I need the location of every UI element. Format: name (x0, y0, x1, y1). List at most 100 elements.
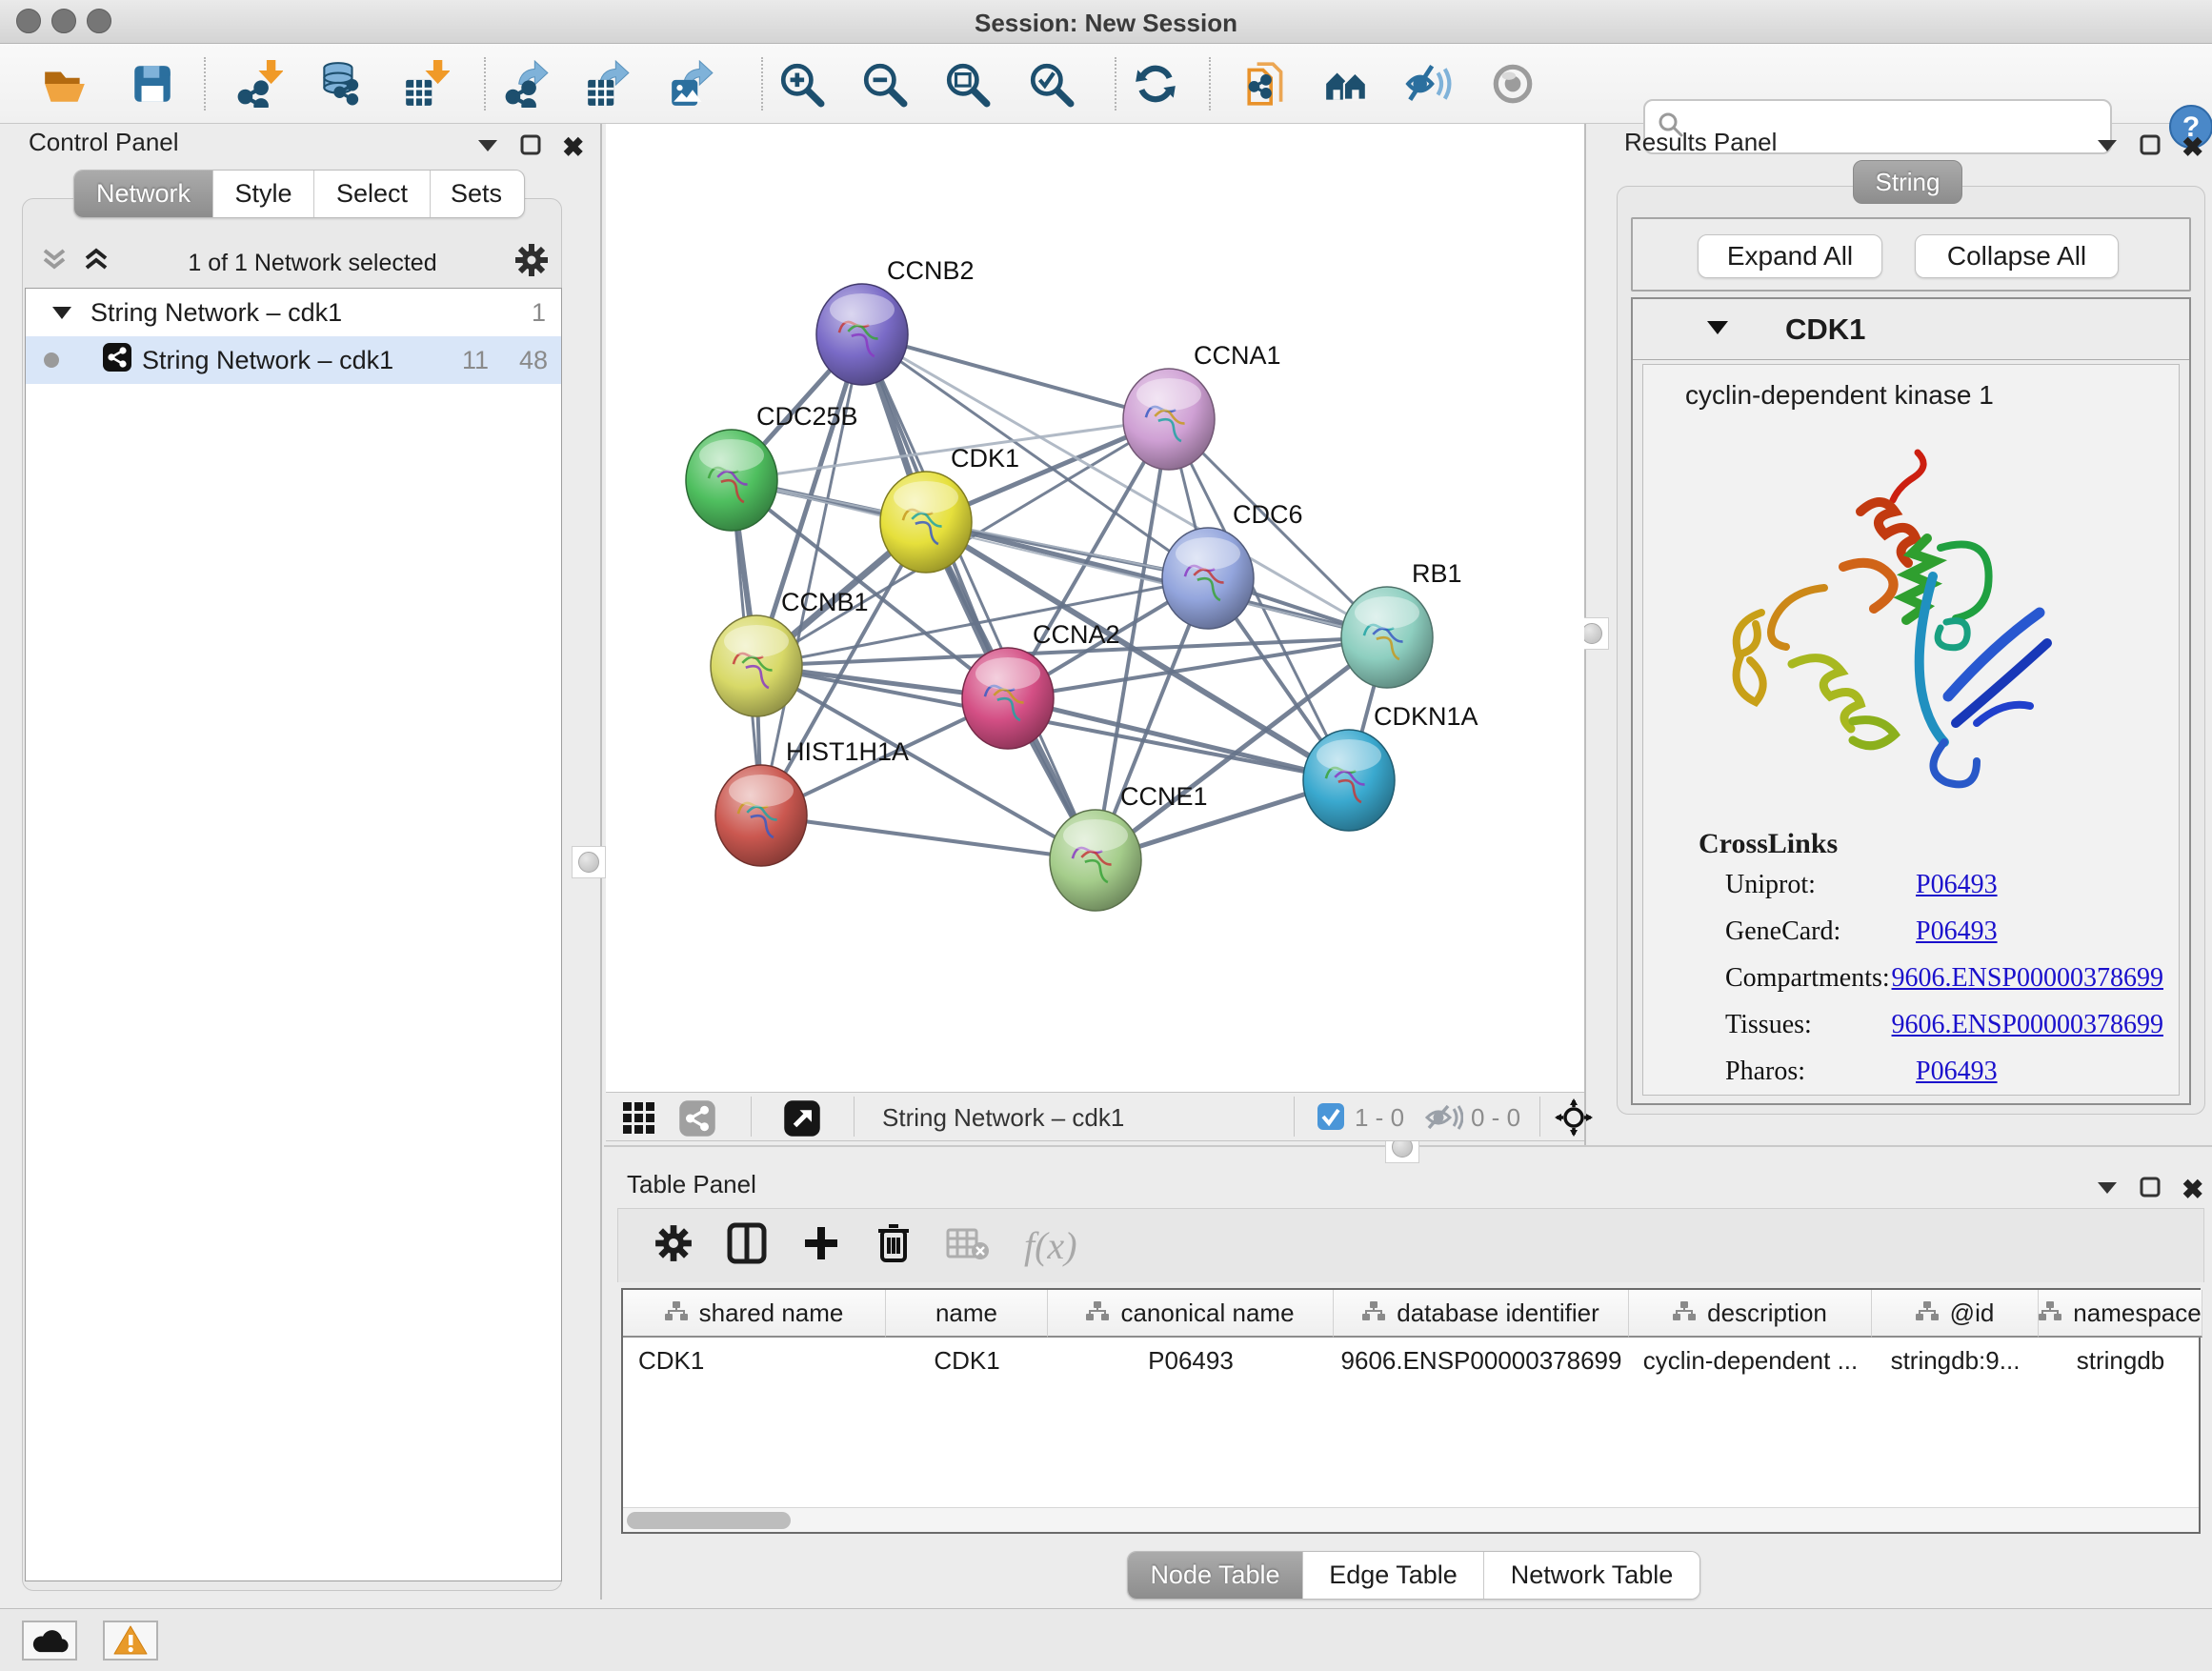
section-collapse-icon[interactable] (1705, 317, 1730, 341)
table-h-scrollbar[interactable] (623, 1507, 2199, 1532)
crosslink-link[interactable]: P06493 (1916, 1057, 1998, 1086)
network-canvas[interactable]: CCNB2 CCNA1 CDC25B CDK1 CDC6 RB1 CCNB1 C… (606, 124, 1584, 1092)
sitemap-icon (2039, 1299, 2061, 1328)
save-session-icon[interactable] (124, 55, 181, 112)
node-CDC6[interactable] (1162, 528, 1254, 629)
table-cell[interactable]: stringdb (2039, 1338, 2202, 1383)
network-collection-row[interactable]: String Network – cdk1 1 (26, 289, 561, 336)
panel-float-icon[interactable] (2140, 134, 2161, 160)
crosslink-link[interactable]: 9606.ENSP00000378699 (1892, 1010, 2163, 1039)
delete-column-trash-icon[interactable] (875, 1222, 912, 1269)
column-header-description[interactable]: description (1629, 1290, 1872, 1338)
zoom-fit-icon[interactable] (938, 55, 995, 112)
panel-menu-icon[interactable] (2096, 135, 2119, 159)
table-cell[interactable]: stringdb:9... (1872, 1338, 2039, 1383)
edge-HIST1H1A-CCNE1[interactable] (761, 815, 1096, 860)
export-network-icon[interactable] (498, 55, 555, 112)
node-RB1[interactable] (1341, 587, 1433, 688)
panel-menu-icon[interactable] (2096, 1178, 2119, 1201)
tab-network[interactable]: Network (74, 171, 213, 217)
table-cell[interactable]: 9606.ENSP00000378699 (1334, 1338, 1629, 1383)
open-session-icon[interactable] (36, 55, 93, 112)
panel-menu-icon[interactable] (476, 135, 499, 159)
import-network-icon[interactable] (231, 55, 288, 112)
left-splitter-handle[interactable] (572, 846, 606, 878)
current-network-dot-icon (43, 346, 60, 375)
node-CDC25B[interactable] (686, 430, 777, 531)
hidden-eye-icon[interactable] (1423, 1101, 1463, 1138)
network-row[interactable]: String Network – cdk1 11 48 (26, 336, 561, 384)
gear-icon[interactable] (514, 243, 549, 284)
expand-all-icon[interactable] (82, 247, 111, 280)
tab-edge-table[interactable]: Edge Table (1303, 1552, 1484, 1599)
results-buttons-box: Expand All Collapse All (1631, 217, 2191, 292)
zoom-in-icon[interactable] (773, 55, 830, 112)
node-CDKN1A[interactable] (1303, 730, 1395, 831)
node-CCNB1[interactable] (711, 615, 802, 716)
tab-node-table[interactable]: Node Table (1128, 1552, 1303, 1599)
node-CDK1[interactable] (880, 472, 972, 573)
column-header-namespace[interactable]: namespace (2039, 1290, 2202, 1338)
birds-eye-icon[interactable] (1555, 1098, 1593, 1141)
edge-CCNB2-CCNA1[interactable] (862, 334, 1169, 419)
selected-checkbox-icon[interactable] (1317, 1102, 1345, 1136)
collapse-all-icon[interactable] (40, 247, 69, 280)
crosslink-link[interactable]: P06493 (1916, 870, 1998, 899)
edge-CCNA2-CDKN1A[interactable] (1008, 698, 1349, 780)
table-cell[interactable]: cyclin-dependent ... (1629, 1338, 1872, 1383)
node-CCNA2[interactable] (962, 648, 1054, 749)
warnings-button[interactable] (103, 1621, 158, 1661)
refresh-icon[interactable] (1127, 55, 1184, 112)
control-panel-buttons: ✖ (476, 131, 584, 163)
create-column-plus-icon[interactable] (801, 1223, 841, 1268)
edge-CCNB2-CCNE1[interactable] (862, 334, 1096, 860)
panel-float-icon[interactable] (2140, 1177, 2161, 1202)
tab-sets[interactable]: Sets (431, 171, 522, 217)
zoom-selected-icon[interactable] (1022, 55, 1079, 112)
houses-icon[interactable] (1317, 55, 1375, 112)
eye-icon[interactable] (1484, 55, 1541, 112)
hide-eye-icon[interactable] (1399, 55, 1457, 112)
node-CCNA1[interactable] (1123, 369, 1215, 470)
table-settings-gear-icon[interactable] (654, 1224, 693, 1267)
node-label-CDKN1A: CDKN1A (1374, 702, 1478, 731)
panel-close-icon[interactable]: ✖ (2182, 131, 2203, 163)
column-header-name[interactable]: name (886, 1290, 1048, 1338)
grid-view-icon[interactable] (621, 1100, 657, 1141)
panel-close-icon[interactable]: ✖ (562, 131, 584, 163)
import-database-icon[interactable] (312, 55, 369, 112)
table-cell[interactable]: P06493 (1048, 1338, 1334, 1383)
zoom-out-icon[interactable] (855, 55, 913, 112)
column-header-database-identifier[interactable]: database identifier (1334, 1290, 1629, 1338)
gene-section-header[interactable]: CDK1 (1633, 299, 2189, 360)
column-header--id[interactable]: @id (1872, 1290, 2039, 1338)
tab-network-table[interactable]: Network Table (1484, 1552, 1699, 1599)
import-table-icon[interactable] (397, 55, 454, 112)
collapse-all-button[interactable]: Collapse All (1915, 234, 2119, 278)
open-view-icon[interactable] (783, 1099, 821, 1142)
cloud-button[interactable] (22, 1621, 77, 1661)
export-table-icon[interactable] (579, 55, 636, 112)
node-CCNE1[interactable] (1050, 810, 1141, 911)
panel-close-icon[interactable]: ✖ (2182, 1174, 2203, 1205)
show-columns-icon[interactable] (727, 1222, 767, 1269)
crosslink-link[interactable]: 9606.ENSP00000378699 (1892, 963, 2163, 993)
table-cell[interactable]: CDK1 (886, 1338, 1048, 1383)
tree-expand-icon[interactable] (50, 298, 73, 328)
tab-string[interactable]: String (1853, 160, 1962, 204)
column-header-shared-name[interactable]: shared name (623, 1290, 886, 1338)
share-document-icon[interactable] (1238, 55, 1296, 112)
tab-select[interactable]: Select (314, 171, 431, 217)
panel-float-icon[interactable] (520, 134, 541, 160)
expand-all-button[interactable]: Expand All (1698, 234, 1882, 278)
node-CCNB2[interactable] (816, 284, 908, 385)
export-image-icon[interactable] (663, 55, 720, 112)
network-share-icon[interactable] (678, 1099, 716, 1142)
tab-style[interactable]: Style (213, 171, 314, 217)
table-tabs: Node TableEdge TableNetwork Table (1127, 1551, 1700, 1600)
window-title: Session: New Session (0, 9, 2212, 38)
column-header-canonical-name[interactable]: canonical name (1048, 1290, 1334, 1338)
crosslink-link[interactable]: P06493 (1916, 916, 1998, 946)
table-cell[interactable]: CDK1 (623, 1338, 886, 1383)
node-HIST1H1A[interactable] (715, 765, 807, 866)
